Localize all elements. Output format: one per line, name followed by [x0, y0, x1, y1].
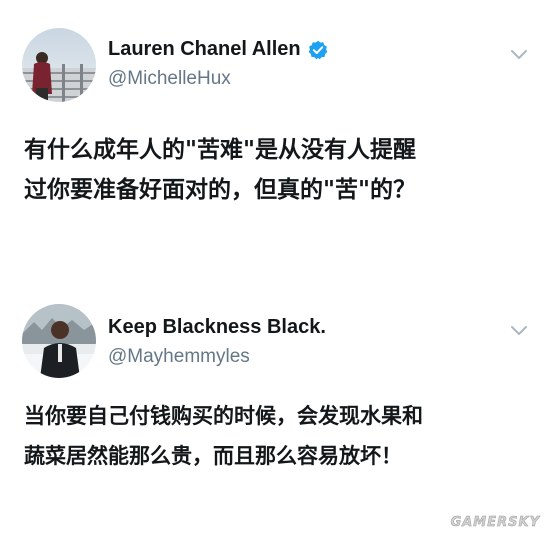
- tweet-card: Lauren Chanel Allen @MichelleHux 有什么成年人的…: [0, 22, 550, 252]
- verified-badge-icon: [308, 40, 328, 60]
- display-name[interactable]: Lauren Chanel Allen: [108, 38, 301, 61]
- avatar-photo-icon: [22, 28, 96, 102]
- avatar[interactable]: [22, 28, 96, 102]
- avatar-photo-icon: [22, 304, 96, 378]
- tweet-text-line: 有什么成年人的"苦难"是从没有人提醒: [24, 137, 416, 163]
- chevron-down-icon[interactable]: [510, 46, 528, 59]
- tweet-text-line: 当你要自己付钱购买的时候，会发现水果和: [24, 404, 423, 428]
- author-row: Keep Blackness Black.: [108, 316, 326, 339]
- author-row: Lauren Chanel Allen: [108, 38, 328, 61]
- tweet-text: 有什么成年人的"苦难"是从没有人提醒 过你要准备好面对的，但真的"苦"的？: [24, 130, 416, 210]
- avatar[interactable]: [22, 304, 96, 378]
- tweet-text-line: 过你要准备好面对的，但真的"苦"的？: [24, 177, 416, 203]
- handle[interactable]: @MichelleHux: [108, 68, 231, 90]
- handle[interactable]: @Mayhemmyles: [108, 346, 250, 368]
- chevron-down-icon[interactable]: [510, 322, 528, 335]
- divider: [0, 252, 550, 294]
- display-name[interactable]: Keep Blackness Black.: [108, 316, 326, 339]
- tweet-text-line: 蔬菜居然能那么贵，而且那么容易放坏！: [24, 444, 402, 468]
- tweet-card: Keep Blackness Black. @Mayhemmyles 当你要自己…: [0, 294, 550, 494]
- watermark: GAMERSKY: [450, 515, 540, 531]
- tweet-text: 当你要自己付钱购买的时候，会发现水果和 蔬菜居然能那么贵，而且那么容易放坏！: [24, 396, 423, 476]
